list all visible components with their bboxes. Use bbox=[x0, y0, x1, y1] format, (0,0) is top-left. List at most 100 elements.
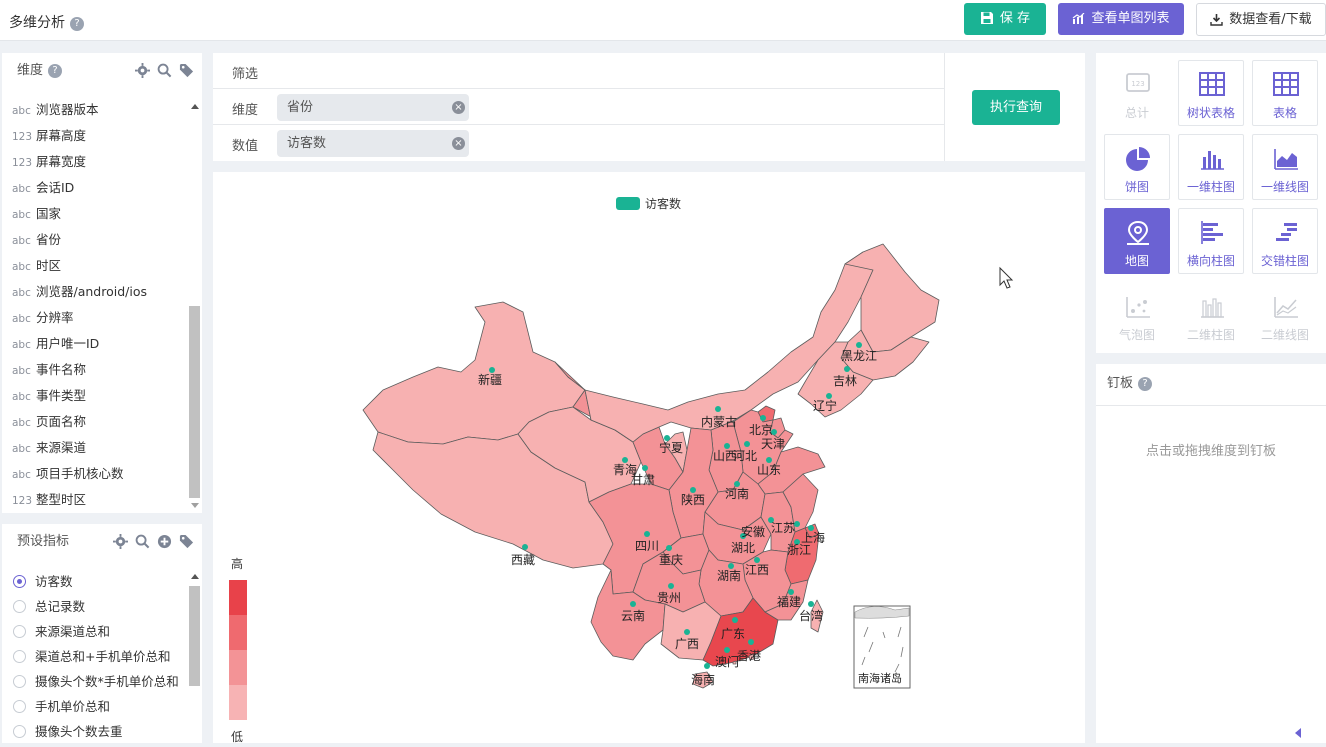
list-item[interactable]: 123 整型时区 bbox=[2, 487, 188, 513]
indicator-option[interactable]: 手机单价总和 bbox=[2, 694, 188, 719]
map-point[interactable] bbox=[684, 629, 690, 635]
radio-button[interactable] bbox=[13, 575, 26, 588]
value-pill[interactable]: 访客数 × bbox=[277, 130, 469, 157]
radio-button[interactable] bbox=[13, 600, 26, 613]
radio-button[interactable] bbox=[13, 625, 26, 638]
scrollbar-thumb[interactable] bbox=[189, 586, 200, 686]
chart-type-label: 地图 bbox=[1124, 254, 1149, 268]
map-point[interactable] bbox=[630, 601, 636, 607]
list-item[interactable]: abc 项目手机核心数 bbox=[2, 461, 188, 487]
tag-icon[interactable] bbox=[179, 534, 194, 549]
visual-map-band[interactable] bbox=[229, 650, 247, 685]
radio-button[interactable] bbox=[13, 675, 26, 688]
region-label: 江苏 bbox=[771, 521, 795, 535]
dimension-pill[interactable]: 省份 × bbox=[277, 94, 469, 121]
chart-type-tile[interactable]: 一维线图 bbox=[1252, 134, 1318, 200]
list-item[interactable]: abc 会话ID bbox=[2, 175, 188, 201]
dimensions-scrollbar[interactable] bbox=[189, 101, 200, 511]
chart-type-tile[interactable]: 树状表格 bbox=[1178, 60, 1244, 126]
dimensions-title: 维度 bbox=[17, 63, 44, 78]
radio-button[interactable] bbox=[13, 700, 26, 713]
list-item[interactable]: abc 事件名称 bbox=[2, 357, 188, 383]
list-item[interactable]: abc 省份 bbox=[2, 227, 188, 253]
list-item[interactable]: 123 屏幕高度 bbox=[2, 123, 188, 149]
pinboard-header: 钉板? bbox=[1096, 364, 1326, 406]
visual-map-bar[interactable] bbox=[229, 580, 247, 720]
help-icon[interactable]: ? bbox=[1138, 377, 1153, 391]
map-point[interactable] bbox=[724, 647, 730, 653]
help-icon[interactable]: ? bbox=[48, 64, 63, 78]
list-item[interactable]: abc 页面名称 bbox=[2, 409, 188, 435]
list-item[interactable]: abc 来源渠道 bbox=[2, 435, 188, 461]
search-icon[interactable] bbox=[157, 63, 172, 78]
bubble-chart-icon bbox=[1126, 297, 1150, 318]
china-map-chart: 访客数 高 低 新疆西藏青海甘肃内蒙古黑龙江吉林辽宁宁夏北京天津河北山西山东河南… bbox=[229, 196, 1014, 744]
scroll-down-arrow[interactable] bbox=[191, 503, 199, 508]
chart-type-tile[interactable]: 横向柱图 bbox=[1178, 208, 1244, 274]
list-item[interactable]: 123 屏幕宽度 bbox=[2, 149, 188, 175]
gear-icon[interactable] bbox=[135, 63, 150, 78]
indicators-scrollbar[interactable] bbox=[189, 572, 200, 743]
radio-button[interactable] bbox=[13, 725, 26, 738]
indicator-option[interactable]: 摄像头个数去重 bbox=[2, 719, 188, 744]
tag-icon[interactable] bbox=[179, 63, 194, 78]
map-point[interactable] bbox=[642, 465, 648, 471]
indicator-option[interactable]: 摄像头个数*手机单价总和 bbox=[2, 669, 188, 694]
map-point[interactable] bbox=[644, 531, 650, 537]
search-icon[interactable] bbox=[135, 534, 150, 549]
run-query-button[interactable]: 执行查询 bbox=[972, 90, 1060, 125]
chart-type-tile: 二维柱图 bbox=[1178, 282, 1244, 348]
data-download-button[interactable]: 数据查看/下载 bbox=[1196, 3, 1326, 36]
region-label: 内蒙古 bbox=[701, 414, 737, 429]
list-item[interactable]: abc 浏览器版本 bbox=[2, 97, 188, 123]
list-item[interactable]: abc 事件类型 bbox=[2, 383, 188, 409]
help-icon[interactable]: ? bbox=[70, 17, 84, 31]
map-point[interactable] bbox=[808, 601, 814, 607]
map-point[interactable] bbox=[744, 441, 750, 447]
chart-type-tile[interactable]: 一维柱图 bbox=[1178, 134, 1244, 200]
map-point[interactable] bbox=[522, 544, 528, 550]
indicator-option[interactable]: 访客数 bbox=[2, 569, 188, 594]
visual-map-band[interactable] bbox=[229, 580, 247, 615]
indicator-option[interactable]: 总记录数 bbox=[2, 594, 188, 619]
scroll-up-arrow[interactable] bbox=[191, 104, 199, 109]
map-point[interactable] bbox=[668, 583, 674, 589]
region-label: 甘肃 bbox=[631, 473, 655, 487]
chart-type-tile[interactable]: 交错柱图 bbox=[1252, 208, 1318, 274]
list-item[interactable]: abc 分辨率 bbox=[2, 305, 188, 331]
scrollbar-thumb[interactable] bbox=[189, 306, 200, 498]
close-icon[interactable]: × bbox=[452, 137, 465, 150]
map-point[interactable] bbox=[666, 545, 672, 551]
collapse-left-icon[interactable] bbox=[1293, 727, 1303, 739]
save-button[interactable]: 保 存 bbox=[964, 3, 1046, 35]
close-icon[interactable]: × bbox=[452, 101, 465, 114]
view-chart-list-label: 查看单图列表 bbox=[1091, 11, 1170, 26]
map-point[interactable] bbox=[732, 617, 738, 623]
view-chart-list-button[interactable]: 查看单图列表 bbox=[1058, 3, 1184, 35]
map-point[interactable] bbox=[856, 342, 862, 348]
list-item[interactable]: abc 浏览器/android/ios bbox=[2, 279, 188, 305]
indicator-option[interactable]: 来源渠道总和 bbox=[2, 619, 188, 644]
add-icon[interactable] bbox=[157, 534, 172, 549]
visual-map-band[interactable] bbox=[229, 615, 247, 650]
map-point[interactable] bbox=[715, 406, 721, 412]
filter-panel: 筛选 维度 省份 × 数值 访客数 × 执行查询 bbox=[213, 53, 1085, 161]
indicator-option[interactable]: 渠道总和+手机单价总和 bbox=[2, 644, 188, 669]
dimension-label: 维度 bbox=[232, 103, 259, 118]
gear-icon[interactable] bbox=[113, 534, 128, 549]
legend-swatch[interactable] bbox=[616, 197, 640, 210]
map-point[interactable] bbox=[844, 366, 850, 372]
scroll-up-arrow[interactable] bbox=[191, 574, 199, 579]
map-point[interactable] bbox=[748, 639, 754, 645]
map-point[interactable] bbox=[704, 663, 710, 669]
list-item[interactable]: abc 用户唯一ID bbox=[2, 331, 188, 357]
dimensions-toolbar bbox=[135, 63, 194, 78]
radio-button[interactable] bbox=[13, 650, 26, 663]
chart-type-tile[interactable]: 地图 bbox=[1104, 208, 1170, 274]
list-item[interactable]: abc 时区 bbox=[2, 253, 188, 279]
map-point[interactable] bbox=[760, 415, 766, 421]
chart-type-tile[interactable]: 表格 bbox=[1252, 60, 1318, 126]
visual-map-band[interactable] bbox=[229, 685, 247, 720]
chart-type-tile[interactable]: 饼图 bbox=[1104, 134, 1170, 200]
list-item[interactable]: abc 国家 bbox=[2, 201, 188, 227]
